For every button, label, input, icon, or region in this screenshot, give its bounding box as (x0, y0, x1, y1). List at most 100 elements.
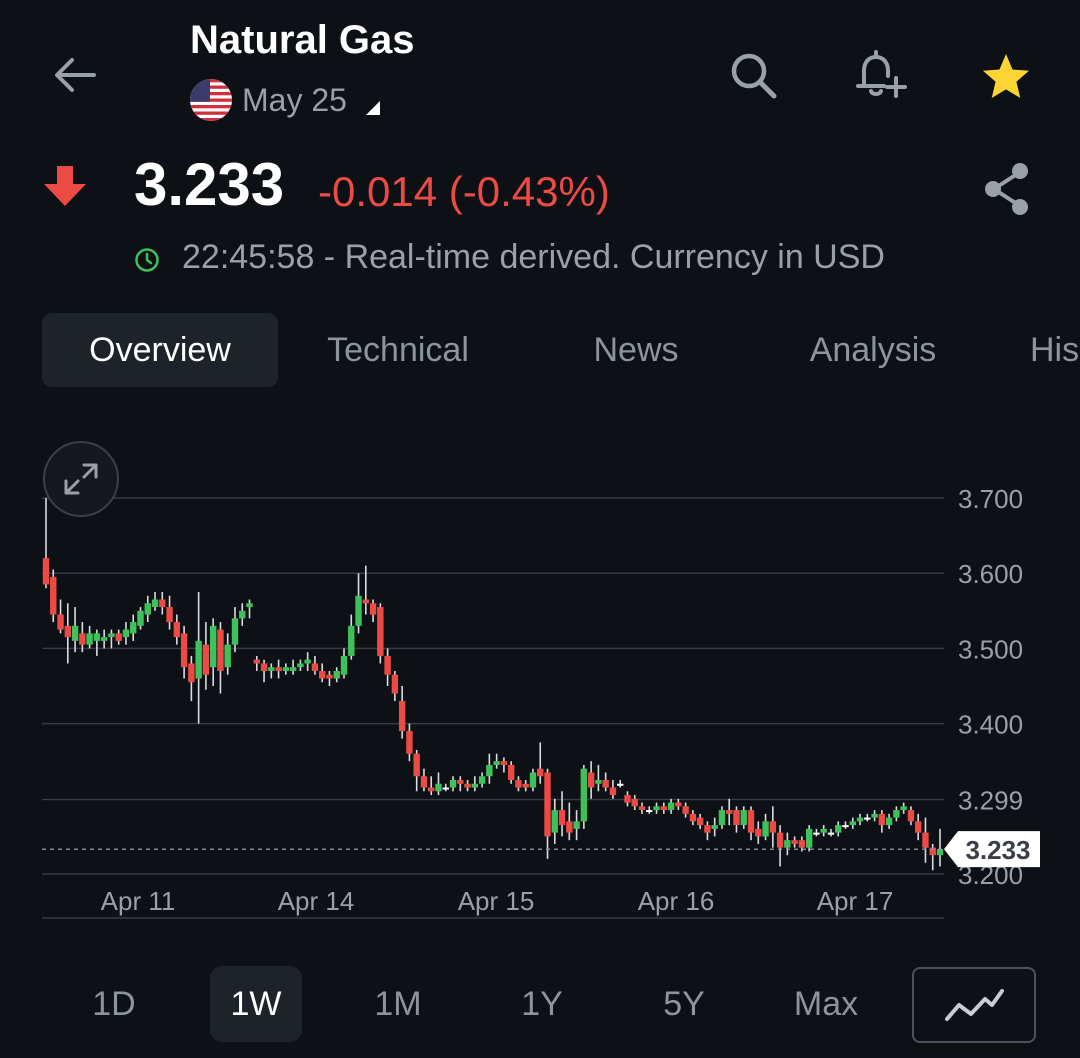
candle-body (776, 832, 784, 848)
candle-body (660, 806, 668, 811)
candle-body (827, 832, 835, 835)
candle-body (747, 810, 755, 833)
tab-news[interactable]: News (566, 313, 706, 387)
candle-body (624, 795, 631, 803)
candle-body (711, 825, 718, 829)
expand-chart-button[interactable] (43, 441, 119, 517)
candle-body (907, 810, 915, 822)
candle-body (471, 783, 479, 788)
candle-body (239, 610, 246, 619)
candle-body (551, 810, 558, 833)
range-1d[interactable]: 1D (68, 966, 160, 1042)
search-icon (731, 53, 777, 99)
candle-body (369, 603, 377, 615)
range-5y[interactable]: 5Y (638, 966, 730, 1042)
last-price: 3.233 (134, 151, 285, 218)
candle-body (246, 603, 253, 608)
candle-body (922, 832, 929, 848)
candle-body (57, 614, 64, 630)
candle-body (420, 776, 428, 788)
candle-body (864, 817, 871, 820)
candle-body (144, 603, 151, 615)
x-tick-label: Apr 11 (101, 886, 176, 916)
candle-body (566, 821, 573, 833)
candle-body (318, 670, 326, 679)
candle-body (733, 810, 740, 826)
favorite-button[interactable] (978, 50, 1034, 106)
x-tick-label: Apr 16 (638, 886, 715, 916)
chart-type-button[interactable] (912, 967, 1036, 1043)
candle-body (384, 655, 391, 675)
candle-body (529, 772, 537, 788)
candle-body (442, 787, 449, 790)
candle-body (340, 655, 348, 675)
section-tabs: Overview Technical News Analysis His (0, 313, 1080, 389)
candle-body (835, 825, 842, 833)
tab-overview[interactable]: Overview (42, 313, 278, 387)
contract-month: May 25 (242, 81, 347, 118)
candle-body (50, 576, 57, 615)
candle-body (108, 633, 115, 638)
last-price-label: 3.233 (965, 835, 1030, 865)
candle-body (784, 840, 791, 848)
candle-body (377, 607, 384, 656)
candle-body (122, 629, 130, 638)
back-button[interactable] (48, 48, 102, 102)
contract-selector[interactable]: May 25 (190, 78, 381, 122)
bell-plus-icon (856, 50, 907, 98)
tab-historical[interactable]: His (1030, 313, 1080, 387)
candle-body (180, 633, 188, 668)
candle-body (537, 768, 544, 777)
candle-body (507, 764, 515, 780)
candle-body (675, 802, 682, 807)
range-1y[interactable]: 1Y (496, 966, 588, 1042)
y-tick-label: 3.600 (958, 559, 1023, 589)
range-1w[interactable]: 1W (210, 966, 302, 1042)
candle-body (900, 806, 907, 811)
candle-body (137, 610, 144, 626)
candle-body (398, 701, 406, 732)
candle-body (268, 667, 275, 671)
arrow-left-icon (55, 58, 96, 92)
candle-body (682, 806, 689, 814)
tab-technical[interactable]: Technical (300, 313, 496, 387)
candle-body (805, 828, 813, 848)
candle-body (813, 832, 820, 835)
candle-body (42, 558, 50, 585)
price-change: -0.014 (-0.43%) (318, 168, 610, 215)
dropdown-caret-icon (365, 101, 380, 115)
share-button[interactable] (980, 160, 1034, 218)
candle-body (820, 828, 827, 833)
candle-body (849, 821, 856, 826)
price-chart[interactable]: 3.7003.6003.5003.4003.2993.200Apr 11 Apr … (0, 470, 1080, 930)
search-button[interactable] (726, 48, 782, 104)
candle-body (428, 787, 435, 792)
expand-arrows-icon (64, 463, 98, 495)
candle-body (573, 821, 580, 829)
candle-body (297, 663, 304, 668)
candle-body (791, 840, 798, 844)
candle-body (522, 783, 529, 788)
candle-body (130, 622, 137, 634)
candle-body (486, 764, 493, 777)
add-alert-button[interactable] (850, 44, 910, 104)
candle-body (64, 625, 72, 638)
clock-icon (134, 247, 160, 273)
candle-body (871, 813, 878, 818)
candle-body (151, 599, 159, 608)
candle-body (253, 659, 260, 664)
candle-body (609, 787, 617, 796)
tab-analysis[interactable]: Analysis (790, 313, 956, 387)
realtime-status: 22:45:58 - Real-time derived. Currency i… (182, 238, 885, 276)
candle-body (595, 780, 602, 784)
x-tick-label: Apr 14 (278, 886, 355, 916)
candle-body (769, 821, 777, 833)
candle-body (348, 625, 355, 656)
range-max[interactable]: Max (780, 966, 872, 1042)
range-1m[interactable]: 1M (352, 966, 444, 1042)
candle-body (413, 753, 420, 777)
candle-body (689, 813, 697, 822)
candle-body (188, 663, 195, 683)
candle-body (304, 659, 311, 664)
candle-body (86, 633, 93, 645)
